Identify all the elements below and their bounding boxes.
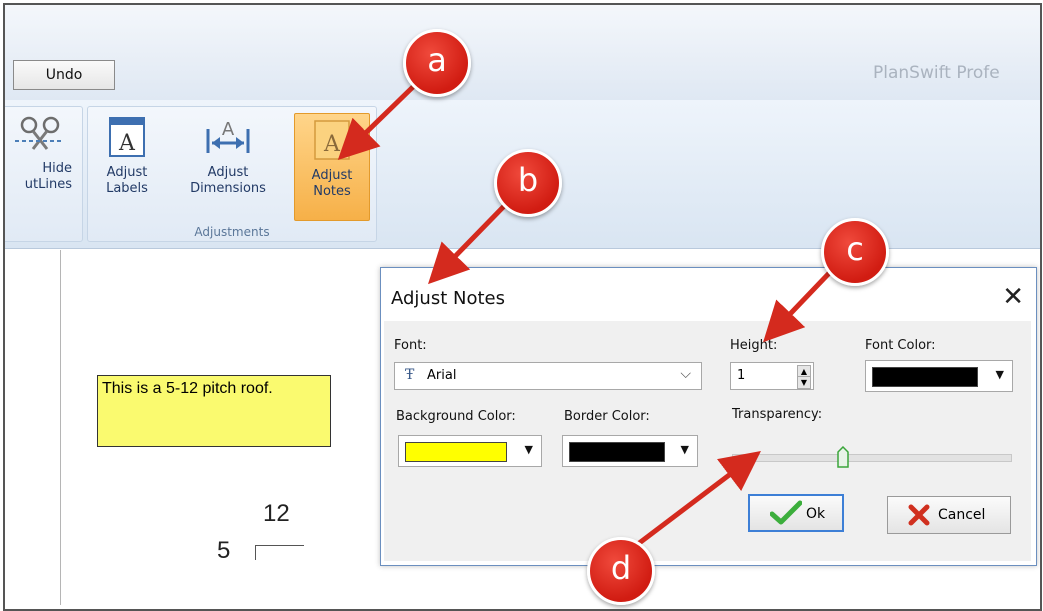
callout-b: b xyxy=(494,149,562,217)
app-window: Undo PlanSwift Profe Hide utLines A Adju… xyxy=(3,3,1042,611)
arrow-d xyxy=(628,450,761,552)
arrow-b xyxy=(428,198,512,285)
callout-d: d xyxy=(587,537,655,605)
callout-arrows xyxy=(337,81,837,552)
arrow-c xyxy=(763,265,837,343)
callout-a: a xyxy=(403,29,471,97)
callout-c: c xyxy=(821,218,889,286)
arrow-a xyxy=(337,81,419,160)
